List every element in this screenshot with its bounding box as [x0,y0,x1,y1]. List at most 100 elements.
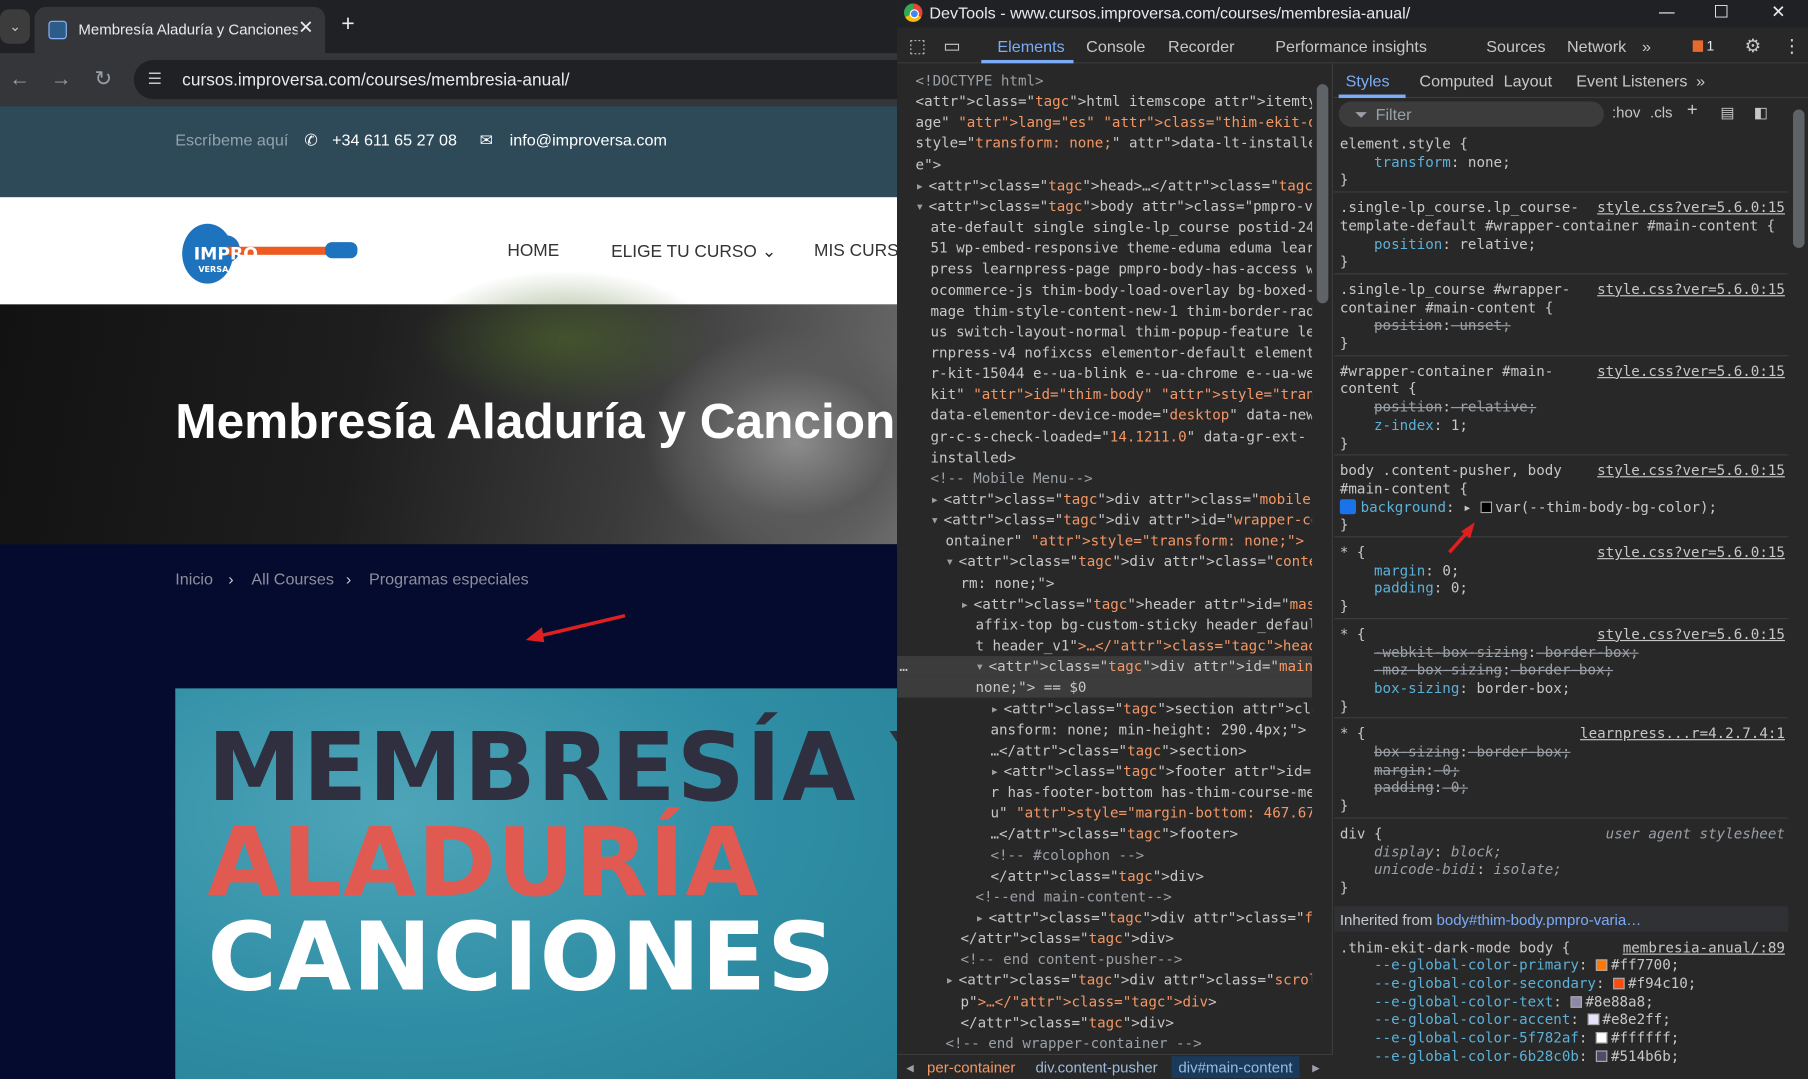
reload-icon[interactable]: ↻ [95,67,112,91]
dom-line[interactable]: none;"> == $0 [897,677,1313,698]
dom-line[interactable]: <!-- #colophon --> [897,845,1312,866]
issues-badge[interactable]: 1 [1692,38,1718,54]
dom-line[interactable]: <!-- end wrapper-container --> [897,1033,1312,1054]
back-icon[interactable]: ← [9,67,30,91]
crumb-main-content[interactable]: div#main-content [1171,1056,1300,1079]
dom-line[interactable]: gr-c-s-check-loaded="14.1211.0" data-gr-… [897,426,1312,447]
crumb-content-pusher[interactable]: div.content-pusher [1035,1059,1157,1076]
breadcrumb-all-courses[interactable]: All Courses [251,570,334,588]
styles-filter-input[interactable]: ⏷ Filter [1338,101,1604,127]
dom-line[interactable]: rnpress-v4 nofixcss elementor-default el… [897,342,1313,363]
hov-toggle[interactable]: :hov [1612,104,1640,121]
dom-line[interactable]: <!-- end content-pusher--> [897,949,1312,970]
tab-search-icon[interactable]: ⌄ [0,9,30,44]
dom-line[interactable]: <!DOCTYPE html> [897,70,1312,91]
address-bar[interactable]: ☰ cursos.improversa.com/courses/membresi… [133,59,898,100]
dom-line[interactable]: <!--end main-content--> [897,887,1312,908]
tab-recorder[interactable]: Recorder [1168,37,1234,55]
nav-elige-tu-curso[interactable]: ELIGE TU CURSO ⌄ [611,241,776,262]
tab-performance-insights[interactable]: Performance insights [1275,37,1427,55]
dom-line[interactable]: mage thim-style-content-new-1 thim-borde… [897,301,1313,322]
dom-line[interactable]: t header_v1">…</"attr">class="tagc">head… [897,635,1312,656]
dom-line[interactable]: e"> [897,154,1312,175]
more-panes-icon[interactable]: » [1696,71,1705,89]
dom-line[interactable]: age" "attr">lang="es" "attr">class="thim… [897,112,1313,133]
dom-line-menu-icon[interactable]: … [899,656,1312,677]
dom-line[interactable]: ▾ <attr">class="tagc">body attr">class="p… [897,196,1313,217]
style-source-link[interactable]: style.css?ver=5.6.0:15 [1597,461,1785,479]
dom-line[interactable]: us switch-layout-normal thim-popup-featu… [897,321,1313,342]
style-source-link[interactable]: style.css?ver=5.6.0:15 [1597,625,1785,643]
forward-icon[interactable]: → [51,67,72,91]
dom-line[interactable]: <!-- Mobile Menu--> [897,468,1312,489]
tab-computed[interactable]: Computed [1419,71,1493,89]
dom-line[interactable]: ansform: none; min-height: 290.4px;"> [897,719,1312,740]
tab-layout[interactable]: Layout [1504,71,1552,89]
close-tab-icon[interactable]: ✕ [298,16,313,39]
dom-line[interactable]: ▸ <attr">class="tagc">div attr">class="sc… [897,970,1313,991]
dom-line[interactable]: kit" "attr">id="thim-body" "attr">style=… [897,384,1313,405]
dom-line[interactable]: press learnpress-page pmpro-body-has-acc… [897,259,1313,280]
tab-event-listeners[interactable]: Event Listeners [1576,71,1687,89]
dom-line[interactable]: ▸<attr">class="tagc">div attr">class="fo… [897,907,1312,928]
close-icon[interactable]: ✕ [1771,1,1786,22]
crumb-wrapper-container[interactable]: per-container [927,1059,1015,1076]
style-source-link[interactable]: learnpress...r=4.2.7.4:1 [1580,724,1785,742]
dom-line[interactable]: rm: none;"> [897,573,1312,594]
inspect-element-icon[interactable]: ⬚ [909,35,926,58]
topbar-phone[interactable]: +34 611 65 27 08 [332,130,457,148]
style-source-link[interactable]: membresia-anual/:89 [1623,938,1785,956]
dom-line[interactable]: u" "attr">style="margin-bottom: 467.675p… [897,803,1312,824]
breadcrumb-inicio[interactable]: Inicio [175,570,213,588]
elements-scrollbar[interactable] [1312,63,1333,1054]
dom-line[interactable]: affix-top bg-custom-sticky header_defaul [897,614,1312,635]
dom-line[interactable]: ▸ <attr">class="tagc">header attr">id="ma… [897,594,1312,615]
new-tab-icon[interactable]: + [341,12,354,39]
settings-gear-icon[interactable]: ⚙ [1745,35,1762,58]
maximize-icon[interactable]: ☐ [1713,1,1729,22]
dom-line[interactable]: ocommerce-js thim-body-load-overlay bg-b… [897,280,1313,301]
dom-line[interactable]: style="transform: none;" attr">data-lt-i… [897,133,1313,154]
tab-elements[interactable]: Elements [997,37,1064,55]
nav-home[interactable]: HOME [507,241,559,261]
crumb-left-arrow-icon[interactable]: ◂ [906,1059,914,1077]
tab-console[interactable]: Console [1086,37,1145,55]
paint-icon[interactable]: ▤ [1720,104,1734,122]
more-options-icon[interactable]: ⋮ [1783,35,1801,58]
dom-line[interactable]: ▸ <attr">class="tagc">head>…</attr">class… [897,175,1313,196]
dom-line[interactable]: </attr">class="tagc">div> [897,866,1312,887]
breadcrumb-programas[interactable]: Programas especiales [369,570,529,588]
dom-line[interactable]: </attr">class="tagc">div> [897,1012,1312,1033]
dom-line[interactable]: ontainer" "attr">style="transform: none;… [897,531,1312,552]
crumb-right-arrow-icon[interactable]: ▸ [1312,1059,1320,1077]
dom-line[interactable]: r-kit-15044 e--ua-blink e--ua-chrome e--… [897,363,1313,384]
styles-scrollbar[interactable] [1788,98,1808,1079]
dom-line[interactable]: 51 wp-embed-responsive theme-eduma eduma… [897,238,1313,259]
dom-line[interactable]: ▾ <attr">class="tagc">div attr">class="co… [897,552,1313,573]
dom-line[interactable]: ▸ <attr">class="tagc">div attr">class="mo… [897,489,1313,510]
site-info-icon[interactable]: ☰ [148,69,162,89]
dom-line[interactable]: …</attr">class="tagc">section> [897,740,1312,761]
inherited-from-link[interactable]: body#thim-body.pmpro-varia… [1437,910,1642,927]
style-source-link[interactable]: style.css?ver=5.6.0:15 [1597,362,1785,380]
dom-line[interactable]: ate-default single single-lp_course post… [897,217,1313,238]
new-rule-icon[interactable]: + [1687,100,1698,121]
dom-line[interactable]: <attr">class="tagc">html itemscope attr"… [897,91,1313,112]
style-source-link[interactable]: style.css?ver=5.6.0:15 [1597,280,1785,298]
dom-line[interactable]: ▸<attr">class="tagc">footer attr">id="co… [897,761,1312,782]
browser-tab[interactable]: Membresía Aladuría y Canciones ✕ [34,6,326,54]
dom-line[interactable]: </attr">class="tagc">div> [897,928,1312,949]
more-tabs-icon[interactable]: » [1642,37,1651,55]
site-logo[interactable]: IMPRO VERSA [180,217,362,286]
nav-mis-cursos[interactable]: MIS CURSOS [814,241,897,261]
dom-line[interactable]: r has-footer-bottom has-thim-course-men [897,782,1312,803]
dom-line[interactable]: …</attr">class="tagc">footer> [897,824,1312,845]
sidebar-toggle-icon[interactable]: ◧ [1754,104,1768,122]
cls-toggle[interactable]: .cls [1650,104,1672,121]
dom-line[interactable]: data-elementor-device-mode="desktop" dat… [897,405,1313,426]
dom-line[interactable]: ▸<attr">class="tagc">section attr">class… [897,698,1312,719]
tab-styles[interactable]: Styles [1346,71,1390,89]
device-toolbar-icon[interactable]: ▭ [943,35,960,58]
minimize-icon[interactable]: — [1658,1,1675,22]
style-source-link[interactable]: style.css?ver=5.6.0:15 [1597,543,1785,561]
